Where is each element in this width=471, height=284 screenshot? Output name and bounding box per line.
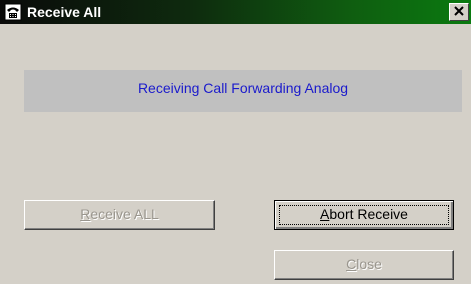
receive-all-button[interactable]: Receive ALL <box>24 200 215 230</box>
close-label: Close <box>346 256 382 272</box>
telephone-icon <box>4 3 22 21</box>
status-message: Receiving Call Forwarding Analog <box>137 80 349 96</box>
abort-receive-button[interactable]: Abort Receive <box>274 200 454 230</box>
title-bar[interactable]: Receive All <box>0 0 471 24</box>
status-panel: Receiving Call Forwarding Analog <box>24 70 462 112</box>
receive-all-dialog: Receive All Receiving Call Forwarding An… <box>0 0 471 284</box>
close-window-button[interactable] <box>449 3 469 21</box>
window-title: Receive All <box>27 4 102 20</box>
close-icon <box>454 3 464 21</box>
close-button[interactable]: Close <box>274 250 454 280</box>
receive-all-label: Receive ALL <box>80 206 159 222</box>
abort-receive-label: Abort Receive <box>320 206 408 222</box>
